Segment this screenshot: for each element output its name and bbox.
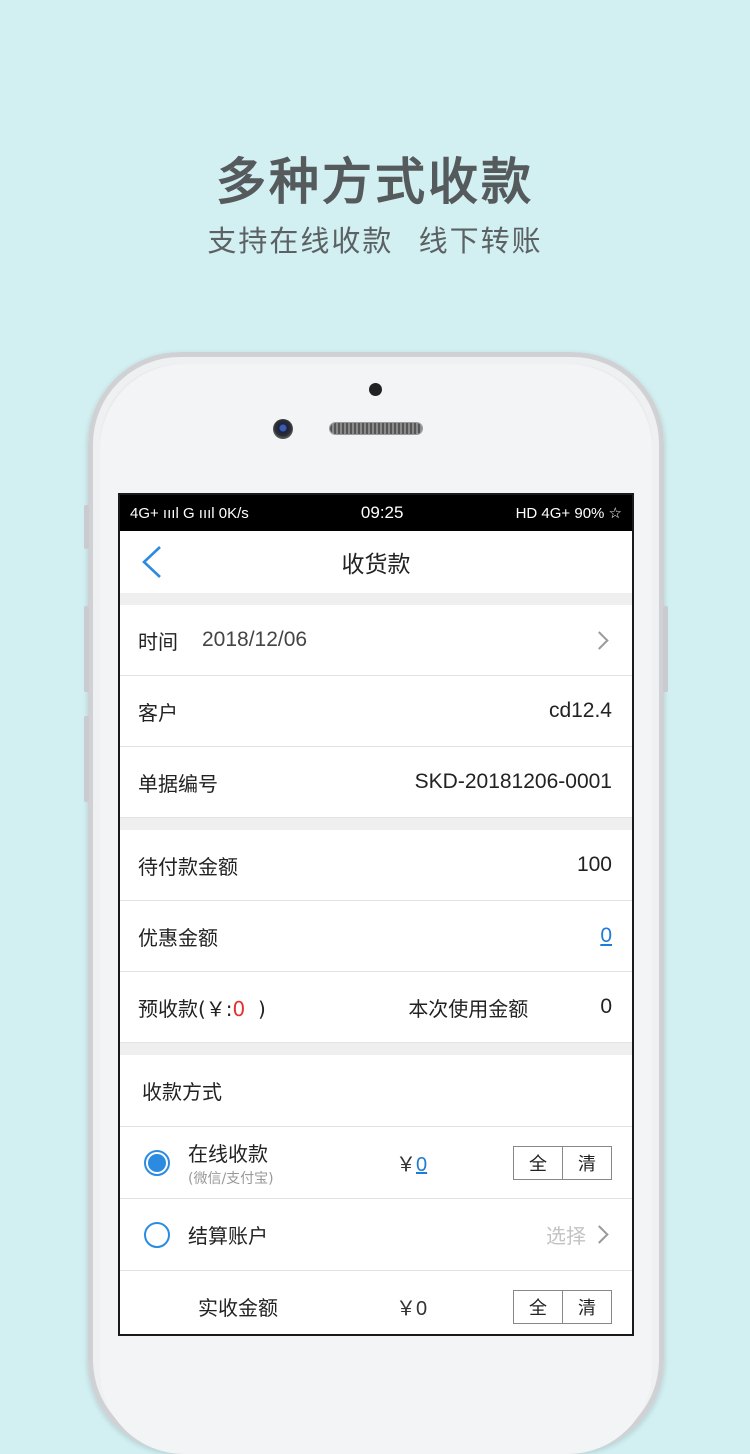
discount-label: 优惠金额 (138, 925, 218, 950)
actual-amount-row: 实收金额 ￥0 全 清 (120, 1271, 632, 1334)
prepay-value: 0 (232, 996, 246, 1021)
proximity-sensor (369, 383, 382, 396)
status-left: 4G+ ıııl G ıııl 0K/s (130, 504, 249, 522)
phone-mute-switch (84, 505, 89, 549)
fill-all-button[interactable]: 全 (514, 1146, 562, 1179)
status-bar: 4G+ ıııl G ıııl 0K/s 09:25 HD 4G+ 90% ☆ (120, 495, 632, 531)
pending-value: 100 (576, 853, 612, 876)
doc-no-value: SKD-20181206-0001 (414, 770, 612, 793)
phone-volume-up (84, 606, 89, 692)
page-title: 收货款 (341, 552, 411, 578)
discount-input[interactable]: 0 (600, 924, 612, 948)
prepay-label: 预收款(￥:0 ) (138, 993, 266, 1022)
online-amount-input[interactable]: 0 (416, 1154, 427, 1176)
chevron-right-icon (590, 1225, 609, 1244)
actual-amount-label: 实收金额 (198, 1296, 278, 1320)
online-amount: ￥0 (396, 1148, 427, 1177)
status-right: HD 4G+ 90% ☆ (515, 505, 622, 522)
customer-row: 客户 cd12.4 (120, 676, 632, 747)
time-label: 时间 (138, 629, 178, 654)
actual-amount-value: ￥0 (396, 1298, 428, 1320)
divider (120, 593, 632, 605)
use-amount-label: 本次使用金额 (408, 996, 529, 1021)
online-payment-text: 在线收款 (微信/支付宝) (188, 1138, 274, 1188)
doc-no-label: 单据编号 (138, 771, 218, 796)
settlement-account-label: 结算账户 (188, 1224, 268, 1248)
time-value: 2018/12/06 (202, 628, 308, 651)
prepay-label-suffix: ) (245, 996, 266, 1021)
divider (120, 1043, 632, 1055)
actual-amount-buttons: 全 清 (513, 1289, 612, 1324)
divider (120, 818, 632, 830)
online-amount-buttons: 全 清 (513, 1145, 612, 1180)
prepay-label-prefix: 预收款(￥: (138, 996, 233, 1021)
settlement-account-radio[interactable] (144, 1221, 170, 1248)
currency-symbol: ￥ (396, 1154, 416, 1176)
phone-power-button (663, 606, 668, 692)
pending-label: 待付款金额 (138, 854, 238, 879)
account-select-hint[interactable]: 选择 (546, 1220, 586, 1249)
nav-bar: 收货款 (120, 531, 632, 593)
phone-screen: 4G+ ıııl G ıııl 0K/s 09:25 HD 4G+ 90% ☆ … (120, 495, 632, 1334)
online-payment-sub: (微信/支付宝) (188, 1170, 274, 1187)
customer-value: cd12.4 (548, 699, 612, 722)
prepay-row: 预收款(￥:0 ) 本次使用金额 0 (120, 972, 632, 1043)
online-payment-row[interactable]: 在线收款 (微信/支付宝) ￥0 全 清 (120, 1127, 632, 1199)
payment-method-title: 收款方式 (120, 1055, 632, 1127)
online-payment-radio[interactable] (144, 1149, 170, 1176)
time-row[interactable]: 时间 2018/12/06 (120, 605, 632, 676)
phone-volume-down (84, 716, 89, 802)
front-camera (273, 419, 293, 439)
use-amount-value[interactable]: 0 (600, 995, 612, 1019)
hero-subtitle: 支持在线收款 线下转账 (207, 224, 543, 258)
hero-title: 多种方式收款 (216, 153, 534, 211)
clear-button[interactable]: 清 (562, 1290, 611, 1323)
settlement-account-text: 结算账户 (188, 1220, 268, 1249)
chevron-right-icon (590, 630, 609, 650)
doc-no-row: 单据编号 SKD-20181206-0001 (120, 747, 632, 818)
clear-button[interactable]: 清 (562, 1146, 611, 1179)
chevron-left-icon[interactable] (138, 545, 172, 579)
earpiece-speaker (330, 423, 422, 434)
discount-row: 优惠金额 0 (120, 901, 632, 972)
settlement-account-row[interactable]: 结算账户 选择 (120, 1199, 632, 1271)
status-time: 09:25 (360, 503, 404, 522)
online-payment-label: 在线收款 (188, 1141, 268, 1166)
fill-all-button[interactable]: 全 (514, 1290, 562, 1323)
customer-label: 客户 (138, 700, 178, 725)
pending-amount-row: 待付款金额 100 (120, 830, 632, 901)
